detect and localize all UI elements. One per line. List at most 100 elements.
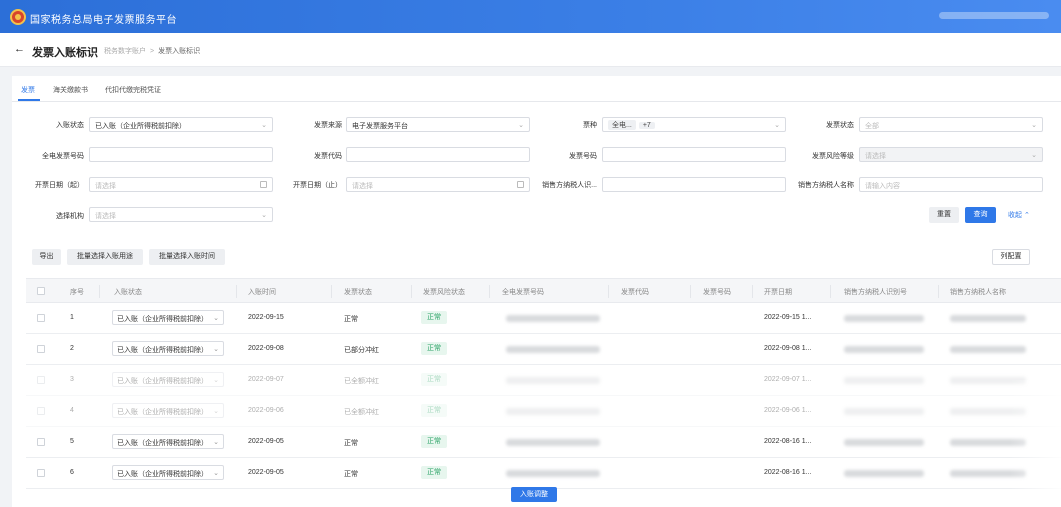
- table-row[interactable]: 4 已入账（企业所得税前扣除） ⌄ 2022-09-06 已全额冲红 正常 2022-09-…: [26, 396, 1061, 427]
- row-entry-status-select[interactable]: 已入账（企业所得税前扣除） ⌄: [112, 465, 224, 480]
- row-full-number-redacted: [506, 408, 600, 415]
- invoice-source-label: 发票来源: [314, 122, 342, 129]
- chevron-down-icon: ⌄: [261, 122, 267, 129]
- breadcrumb-item-account[interactable]: 税务数字账户: [104, 48, 146, 55]
- date-start-label: 开票日期（起）: [35, 182, 84, 189]
- table-row[interactable]: 2 已入账（企业所得税前扣除） ⌄ 2022-09-08 已部分冲红 正常 2022-09-…: [26, 334, 1061, 365]
- row-entry-status-select[interactable]: 已入账（企业所得税前扣除） ⌄: [112, 310, 224, 325]
- table-row[interactable]: 6 已入账（企业所得税前扣除） ⌄ 2022-09-05 正常 正常 2022-08-16 …: [26, 458, 1061, 489]
- column-config-button[interactable]: 列配置: [992, 249, 1030, 265]
- breadcrumb-item-current: 发票入账标识: [158, 48, 201, 55]
- row-entry-time: 2022-09-07: [248, 376, 284, 383]
- entry-status-value: 已入账（企业所得税前扣除）: [95, 123, 186, 130]
- tax-emblem-logo: [10, 9, 26, 25]
- row-checkbox[interactable]: [37, 345, 45, 353]
- row-invoice-status: 已全额冲红: [344, 409, 379, 416]
- chevron-down-icon: ⌄: [261, 212, 267, 219]
- row-full-number-redacted: [506, 439, 600, 446]
- col-header-entry-time: 入账时间: [248, 289, 276, 296]
- row-risk-badge: 正常: [421, 373, 447, 386]
- risk-level-label: 发票风险等级: [812, 153, 854, 160]
- table-row[interactable]: 1 已入账（企业所得税前扣除） ⌄ 2022-09-15 正常 正常 2022-09-15 …: [26, 303, 1061, 334]
- row-entry-status-value: 已入账（企业所得税前扣除）: [117, 347, 208, 354]
- entry-adjust-button[interactable]: 入账调整: [511, 487, 557, 502]
- table-row[interactable]: 3 已入账（企业所得税前扣除） ⌄ 2022-09-07 已全额冲红 正常 2022-09-…: [26, 365, 1061, 396]
- row-issue-date: 2022-08-16 1...: [764, 438, 812, 445]
- batch-time-button[interactable]: 批量选择入账时间: [149, 249, 225, 265]
- full-number-input[interactable]: [89, 147, 273, 162]
- row-invoice-status: 已全额冲红: [344, 378, 379, 385]
- row-seller-tax-id-redacted: [844, 408, 924, 415]
- chevron-down-icon: ⌄: [213, 346, 219, 353]
- entry-status-select[interactable]: 已入账（企业所得税前扣除） ⌄: [89, 117, 273, 132]
- row-checkbox[interactable]: [37, 407, 45, 415]
- row-full-number-redacted: [506, 377, 600, 384]
- col-header-seller-tax-id: 销售方纳税人识别号: [844, 289, 907, 296]
- invoice-source-select[interactable]: 电子发票服务平台 ⌄: [346, 117, 530, 132]
- invoice-status-select[interactable]: 全部 ⌄: [859, 117, 1043, 132]
- platform-title: 国家税务总局电子发票服务平台: [30, 15, 177, 26]
- org-select[interactable]: 请选择 ⌄: [89, 207, 273, 222]
- col-header-invoice-number: 发票号码: [703, 289, 731, 296]
- row-entry-status-value: 已入账（企业所得税前扣除）: [117, 378, 208, 385]
- row-entry-status-select[interactable]: 已入账（企业所得税前扣除） ⌄: [112, 403, 224, 418]
- row-entry-status-value: 已入账（企业所得税前扣除）: [117, 316, 208, 323]
- risk-level-select[interactable]: 请选择 ⌄: [859, 147, 1043, 162]
- seller-name-label: 销售方纳税人名称: [798, 182, 854, 189]
- tab-customs-payment[interactable]: 海关缴款书: [53, 85, 88, 95]
- export-button[interactable]: 导出: [32, 249, 61, 265]
- row-entry-status-value: 已入账（企业所得税前扣除）: [117, 471, 208, 478]
- calendar-icon: [260, 181, 267, 188]
- row-entry-time: 2022-09-05: [248, 438, 284, 445]
- date-end-label: 开票日期（止）: [293, 182, 342, 189]
- calendar-icon: [517, 181, 524, 188]
- org-label: 选择机构: [56, 213, 84, 220]
- invoice-type-label: 票种: [583, 122, 597, 129]
- chevron-down-icon: ⌄: [213, 439, 219, 446]
- invoice-status-label: 发票状态: [826, 122, 854, 129]
- top-bar: 国家税务总局电子发票服务平台: [0, 0, 1061, 33]
- chevron-down-icon: ⌄: [213, 315, 219, 322]
- date-end-picker[interactable]: 请选择: [346, 177, 530, 192]
- row-entry-status-select[interactable]: 已入账（企业所得税前扣除） ⌄: [112, 434, 224, 449]
- col-header-index: 序号: [70, 289, 84, 296]
- seller-tax-id-input[interactable]: [602, 177, 786, 192]
- row-checkbox[interactable]: [37, 438, 45, 446]
- col-header-invoice-status: 发票状态: [344, 289, 372, 296]
- row-checkbox[interactable]: [37, 469, 45, 477]
- date-start-picker[interactable]: 请选择: [89, 177, 273, 192]
- invoice-code-input[interactable]: [346, 147, 530, 162]
- query-button[interactable]: 查询: [965, 207, 996, 223]
- tab-withholding-certificate[interactable]: 代扣代缴完税凭证: [105, 85, 161, 95]
- row-seller-tax-id-redacted: [844, 470, 924, 477]
- collapse-label: 收起: [1008, 212, 1022, 219]
- batch-usage-button[interactable]: 批量选择入账用途: [67, 249, 143, 265]
- col-header-risk-status: 发票风险状态: [423, 289, 465, 296]
- tab-invoice[interactable]: 发票: [21, 85, 35, 95]
- row-seller-tax-id-redacted: [844, 377, 924, 384]
- invoice-number-input[interactable]: [602, 147, 786, 162]
- collapse-link[interactable]: 收起 ⌃: [1008, 210, 1030, 220]
- user-info-redacted[interactable]: [939, 12, 1049, 19]
- seller-name-input[interactable]: 请输入内容: [859, 177, 1043, 192]
- row-checkbox[interactable]: [37, 376, 45, 384]
- row-entry-time: 2022-09-05: [248, 469, 284, 476]
- row-issue-date: 2022-09-07 1...: [764, 376, 812, 383]
- table-row[interactable]: 5 已入账（企业所得税前扣除） ⌄ 2022-09-05 正常 正常 2022-08-16 …: [26, 427, 1061, 458]
- invoice-status-placeholder: 全部: [865, 123, 879, 130]
- row-entry-time: 2022-09-06: [248, 407, 284, 414]
- invoice-type-more-chip: +7: [638, 122, 655, 129]
- row-entry-status-select[interactable]: 已入账（企业所得税前扣除） ⌄: [112, 372, 224, 387]
- date-start-placeholder: 请选择: [95, 183, 116, 190]
- row-entry-status-select[interactable]: 已入账（企业所得税前扣除） ⌄: [112, 341, 224, 356]
- edge-fade-overlay: [1010, 380, 1061, 507]
- select-all-checkbox[interactable]: [37, 287, 45, 295]
- page-title: 发票入账标识: [32, 47, 98, 59]
- row-issue-date: 2022-09-15 1...: [764, 314, 812, 321]
- invoice-number-label: 发票号码: [569, 153, 597, 160]
- row-checkbox[interactable]: [37, 314, 45, 322]
- invoice-type-multiselect[interactable]: 全电... +7 ⌄: [602, 117, 786, 132]
- back-arrow-icon[interactable]: ←: [14, 43, 25, 55]
- reset-button[interactable]: 重置: [929, 207, 959, 223]
- invoice-source-value: 电子发票服务平台: [352, 123, 408, 130]
